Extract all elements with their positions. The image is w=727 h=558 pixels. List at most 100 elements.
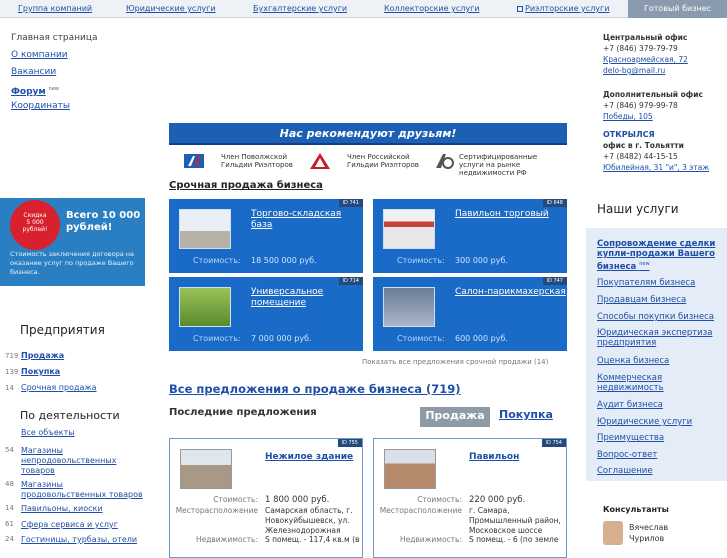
service-item[interactable]: Вопрос-ответ [597, 450, 727, 460]
offer-photo[interactable] [179, 287, 231, 327]
left-navigation: Главная страница О компании Вакансии Фор… [11, 30, 98, 115]
member-text: Сертифицированные услуги на рынке недвиж… [459, 153, 538, 177]
email-link[interactable]: delo-bg@mail.ru [603, 66, 665, 75]
nav-forum[interactable]: Форум [11, 87, 46, 97]
offer-name[interactable]: Павильон [469, 452, 519, 462]
activity-services[interactable]: Сфера сервиса и услуг [21, 520, 146, 530]
offer-photo[interactable] [383, 209, 435, 249]
price-label: Стоимость: [397, 256, 445, 265]
count: 48 [5, 480, 14, 488]
recommend-banner[interactable]: Нас рекомендуют друзьям! [169, 123, 567, 145]
urgent-sale-title[interactable]: Срочная продажа бизнеса [169, 180, 323, 191]
service-item[interactable]: Соглашение [597, 466, 727, 476]
central-address-link[interactable]: Красноармейская, 72 [603, 55, 688, 64]
count: 14 [5, 504, 14, 512]
count: 14 [5, 384, 14, 392]
latest-card[interactable]: ID 755 Нежилое здание Стоимость: 1 800 0… [169, 438, 363, 558]
offer-id: ID 747 [542, 277, 567, 285]
nav-about[interactable]: О компании [11, 50, 68, 60]
offer-name[interactable]: Торгово-складская база [251, 209, 341, 230]
tlt-address-link[interactable]: Юбилейная, 31 "и", 3 этаж [603, 163, 709, 172]
avatar[interactable] [603, 521, 623, 545]
badge-line: 5 000 [26, 219, 44, 226]
extra-phone: +7 (846) 979-99-78 [603, 101, 678, 110]
service-item[interactable]: Аудит бизнеса [597, 400, 727, 410]
certified-logo-icon [436, 154, 454, 169]
offer-photo[interactable] [179, 209, 231, 249]
discount-promo[interactable]: Скидка 5 000 рублей! Всего 10 000 рублей… [0, 198, 145, 286]
show-all-urgent-link[interactable]: Показать все предложения срочной продажи… [362, 358, 548, 366]
urgent-card[interactable]: ID 747 Салон-парикмахерская Стоимость: 6… [373, 277, 567, 351]
service-item[interactable]: Юридическая экспертиза предприятия [597, 328, 727, 348]
area-value: S помещ. - 6 (по земле [469, 535, 559, 544]
promo-text: Стоимость заключения договора на оказани… [10, 250, 135, 276]
offer-name[interactable]: Нежилое здание [265, 452, 353, 462]
service-item[interactable]: Покупателям бизнеса [597, 278, 727, 288]
urgent-card[interactable]: ID 648 Павильон торговый Стоимость: 300 … [373, 199, 567, 273]
offer-name[interactable]: Салон-парикмахерская [455, 287, 566, 297]
offer-photo[interactable] [383, 287, 435, 327]
service-featured[interactable]: Сопровождение сделки купли-продажи Вашег… [597, 239, 727, 272]
activity-nonfood[interactable]: Магазины непродовольственных товаров [21, 446, 146, 476]
enterprises-title: Предприятия [20, 323, 105, 337]
nav-home[interactable]: Главная страница [11, 30, 98, 47]
service-item[interactable]: Оценка бизнеса [597, 356, 727, 366]
top-navigation: Группа компаний Юридические услуги Бухга… [0, 0, 727, 18]
service-item[interactable]: Юридические услуги [597, 417, 727, 427]
enterprises-list: 719 Продажа 139 Покупка 14 Срочная продажа [0, 348, 150, 396]
tab-legal[interactable]: Юридические услуги [126, 0, 216, 18]
promo-headline: Всего 10 000 рублей! [66, 210, 141, 233]
tab-purchase[interactable]: Покупка [499, 408, 553, 421]
latest-offers-title: Последние предложения [169, 407, 317, 418]
service-item[interactable]: Коммерческая недвижимость [597, 373, 727, 393]
services-panel: Сопровождение сделки купли-продажи Вашег… [586, 228, 727, 481]
nav-vacancies[interactable]: Вакансии [11, 67, 56, 77]
all-offers-link[interactable]: Все предложения о продаже бизнеса (719) [169, 382, 461, 396]
tab-ready-business[interactable]: Готовый бизнес [628, 0, 727, 18]
urgent-card[interactable]: ID 714 Универсальное помещение Стоимость… [169, 277, 363, 351]
central-phone: +7 (846) 379-79-79 [603, 44, 678, 53]
tab-group[interactable]: Группа компаний [18, 0, 92, 18]
new-badge: new [48, 86, 59, 92]
link-purchase[interactable]: Покупка [21, 364, 60, 380]
tab-realty[interactable]: Риэлторские услуги [525, 4, 609, 13]
activity-food[interactable]: Магазины продовольственных товаров [21, 480, 146, 500]
location-value: Самарская область, г. Новокуйбышевск, ул… [265, 506, 353, 535]
location-value: г. Самара, Промышленный район, Московско… [469, 506, 561, 535]
consultant-first-name: Вячеслав [629, 523, 669, 532]
location-label: Месторасположение [379, 506, 462, 515]
price-label: Стоимость: [397, 334, 445, 343]
nav-contacts[interactable]: Координаты [11, 101, 70, 111]
extra-address-link[interactable]: Победы, 105 [603, 112, 653, 121]
service-item[interactable]: Способы покупки бизнеса [597, 312, 727, 322]
tab-accounting[interactable]: Бухгалтерские услуги [253, 0, 347, 18]
offer-photo[interactable] [180, 449, 232, 489]
offer-id: ID 755 [337, 439, 362, 447]
activity-all[interactable]: Все объекты [21, 428, 75, 438]
offer-id: ID 714 [338, 277, 363, 285]
service-item[interactable]: Продавцам бизнеса [597, 295, 727, 305]
tab-sale[interactable]: Продажа [420, 407, 490, 427]
urgent-card[interactable]: ID 741 Торгово-складская база Стоимость:… [169, 199, 363, 273]
opened-subtitle: офис в г. Тольятти [603, 141, 684, 150]
tab-realty-wrapper[interactable]: Риэлторские услуги [517, 0, 609, 18]
service-item[interactable]: Преимущества [597, 433, 727, 443]
offer-photo[interactable] [384, 449, 436, 489]
area-label: Недвижимость: [399, 535, 462, 544]
price-value: 7 000 000 руб. [251, 334, 312, 343]
extra-office-title: Дополнительный офис [603, 90, 703, 99]
price-value: 300 000 руб. [455, 256, 508, 265]
price-value: 18 500 000 руб. [251, 256, 317, 265]
activity-hotels[interactable]: Гостиницы, турбазы, отели [21, 535, 146, 545]
count: 61 [5, 520, 14, 528]
price-label: Стоимость: [193, 256, 241, 265]
activity-kiosks[interactable]: Павильоны, киоски [21, 504, 146, 514]
latest-card[interactable]: ID 754 Павильон Стоимость: 220 000 руб. … [373, 438, 567, 558]
offer-name[interactable]: Универсальное помещение [251, 287, 323, 308]
tab-collection[interactable]: Коллекторские услуги [384, 0, 479, 18]
link-urgent-sale[interactable]: Срочная продажа [21, 380, 97, 396]
consultant-name[interactable]: Вячеслав Чурилов [629, 522, 668, 544]
offer-name[interactable]: Павильон торговый [455, 209, 549, 219]
link-sale[interactable]: Продажа [21, 348, 64, 364]
price-value: 1 800 000 руб. [265, 495, 330, 505]
